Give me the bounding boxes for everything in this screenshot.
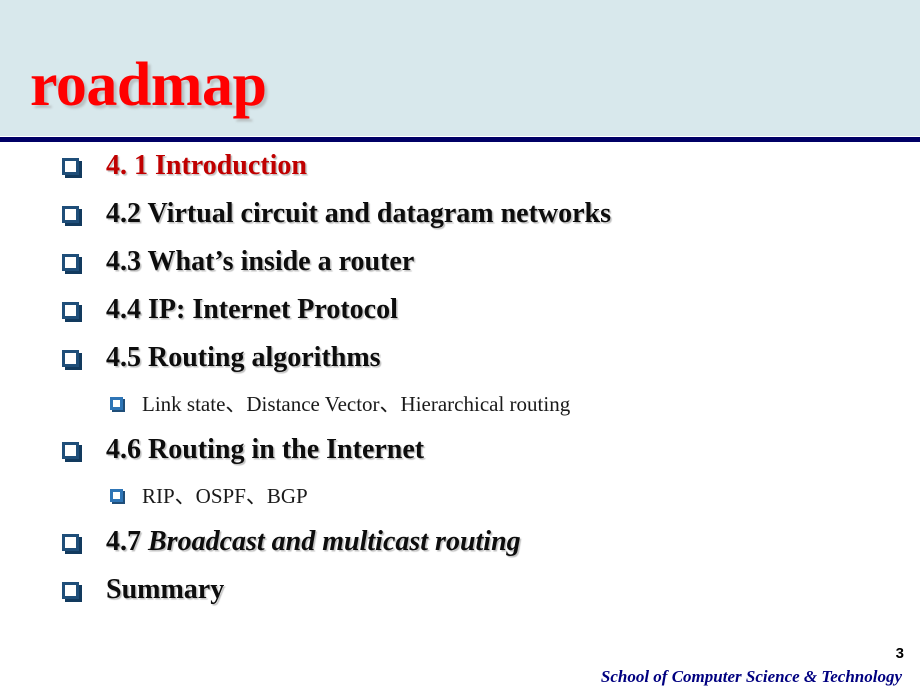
outline-item-title: Broadcast and multicast routing — [148, 526, 521, 557]
outline-item-label: 4.5 Routing algorithms — [106, 342, 381, 373]
square-bullet-icon — [110, 397, 123, 410]
square-bullet-icon — [110, 489, 123, 502]
list-item[interactable]: 4.6 Routing in the Internet — [62, 426, 920, 474]
square-bullet-icon — [62, 534, 79, 551]
outline-item-label: 4.7 Broadcast and multicast routing — [106, 526, 521, 557]
list-item[interactable]: 4.4 IP: Internet Protocol — [62, 286, 920, 334]
slide-content: 4. 1 Introduction 4.2 Virtual circuit an… — [0, 142, 920, 614]
sub-list-item[interactable]: Link state、Distance Vector、Hierarchical … — [110, 382, 920, 426]
list-item[interactable]: Summary — [62, 566, 920, 614]
square-bullet-icon — [62, 442, 79, 459]
outline-item-number: 4.7 — [106, 526, 148, 557]
outline-subitem-label: RIP、OSPF、BGP — [142, 484, 308, 508]
list-item[interactable]: 4.2 Virtual circuit and datagram network… — [62, 190, 920, 238]
list-item[interactable]: 4.7 Broadcast and multicast routing — [62, 518, 920, 566]
square-bullet-icon — [62, 302, 79, 319]
outline-item-label: 4.4 IP: Internet Protocol — [106, 294, 398, 325]
list-item[interactable]: 4.5 Routing algorithms — [62, 334, 920, 382]
square-bullet-icon — [62, 158, 79, 175]
page-number: 3 — [895, 645, 904, 662]
page-title: roadmap — [30, 51, 267, 119]
square-bullet-icon — [62, 254, 79, 271]
outline-item-label: Summary — [106, 574, 225, 605]
outline-item-label: 4.6 Routing in the Internet — [106, 434, 425, 465]
outline-item-label: 4.2 Virtual circuit and datagram network… — [106, 198, 612, 229]
outline-list: 4. 1 Introduction 4.2 Virtual circuit an… — [0, 142, 920, 614]
square-bullet-icon — [62, 582, 79, 599]
outline-item-label: 4. 1 Introduction — [106, 150, 307, 181]
list-item[interactable]: 4. 1 Introduction — [62, 142, 920, 190]
outline-item-label: 4.3 What’s inside a router — [106, 246, 415, 277]
square-bullet-icon — [62, 350, 79, 367]
footer-organization: School of Computer Science & Technology — [600, 667, 902, 686]
list-item[interactable]: 4.3 What’s inside a router — [62, 238, 920, 286]
outline-subitem-label: Link state、Distance Vector、Hierarchical … — [142, 392, 571, 416]
sub-list-item[interactable]: RIP、OSPF、BGP — [110, 474, 920, 518]
square-bullet-icon — [62, 206, 79, 223]
